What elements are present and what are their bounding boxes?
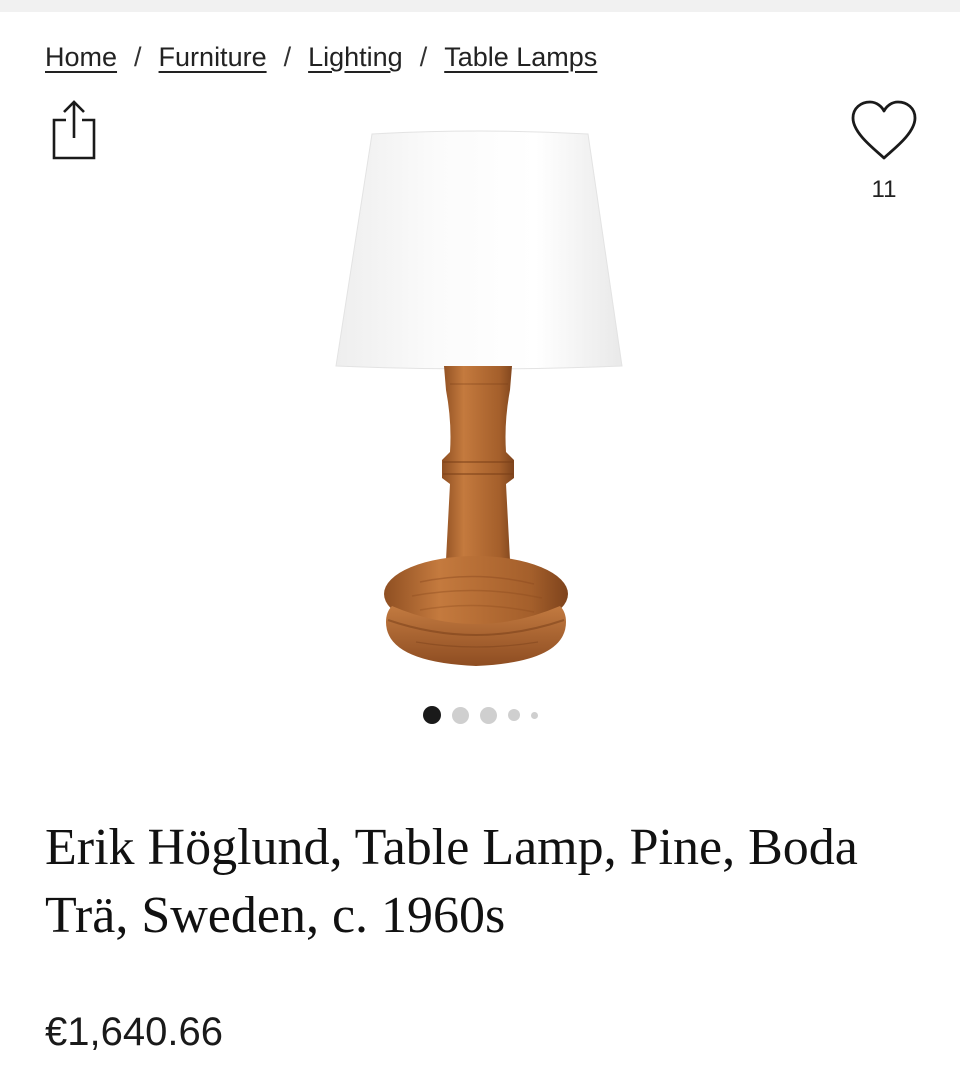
gallery-pagination xyxy=(0,706,960,724)
breadcrumb: Home / Furniture / Lighting / Table Lamp… xyxy=(45,40,597,74)
share-button[interactable] xyxy=(50,98,98,162)
gallery-dot-5[interactable] xyxy=(530,711,538,719)
breadcrumb-separator: / xyxy=(134,42,142,72)
table-lamp-illustration xyxy=(335,130,623,666)
gallery-dot-4[interactable] xyxy=(507,709,520,721)
gallery-dot-3[interactable] xyxy=(479,706,497,724)
breadcrumb-furniture[interactable]: Furniture xyxy=(159,40,267,74)
product-image[interactable] xyxy=(320,122,640,678)
breadcrumb-table-lamps[interactable]: Table Lamps xyxy=(444,40,597,74)
breadcrumb-separator: / xyxy=(283,42,292,72)
top-strip xyxy=(0,0,960,12)
favorite-count: 11 xyxy=(871,176,897,203)
product-price: €1,640.66 xyxy=(45,1010,223,1054)
share-icon xyxy=(52,100,96,160)
gallery-dot-2[interactable] xyxy=(451,706,469,724)
product-title: Erik Höglund, Table Lamp, Pine, Boda Trä… xyxy=(45,819,858,944)
breadcrumb-home[interactable]: Home xyxy=(45,40,117,74)
gallery-dot-1[interactable] xyxy=(422,706,441,724)
breadcrumb-separator: / xyxy=(419,42,428,72)
breadcrumb-lighting[interactable]: Lighting xyxy=(308,40,403,74)
favorite-group: 11 xyxy=(848,98,920,208)
product-page: Home / Furniture / Lighting / Table Lamp… xyxy=(0,0,960,1088)
heart-outline-icon[interactable] xyxy=(849,98,919,164)
